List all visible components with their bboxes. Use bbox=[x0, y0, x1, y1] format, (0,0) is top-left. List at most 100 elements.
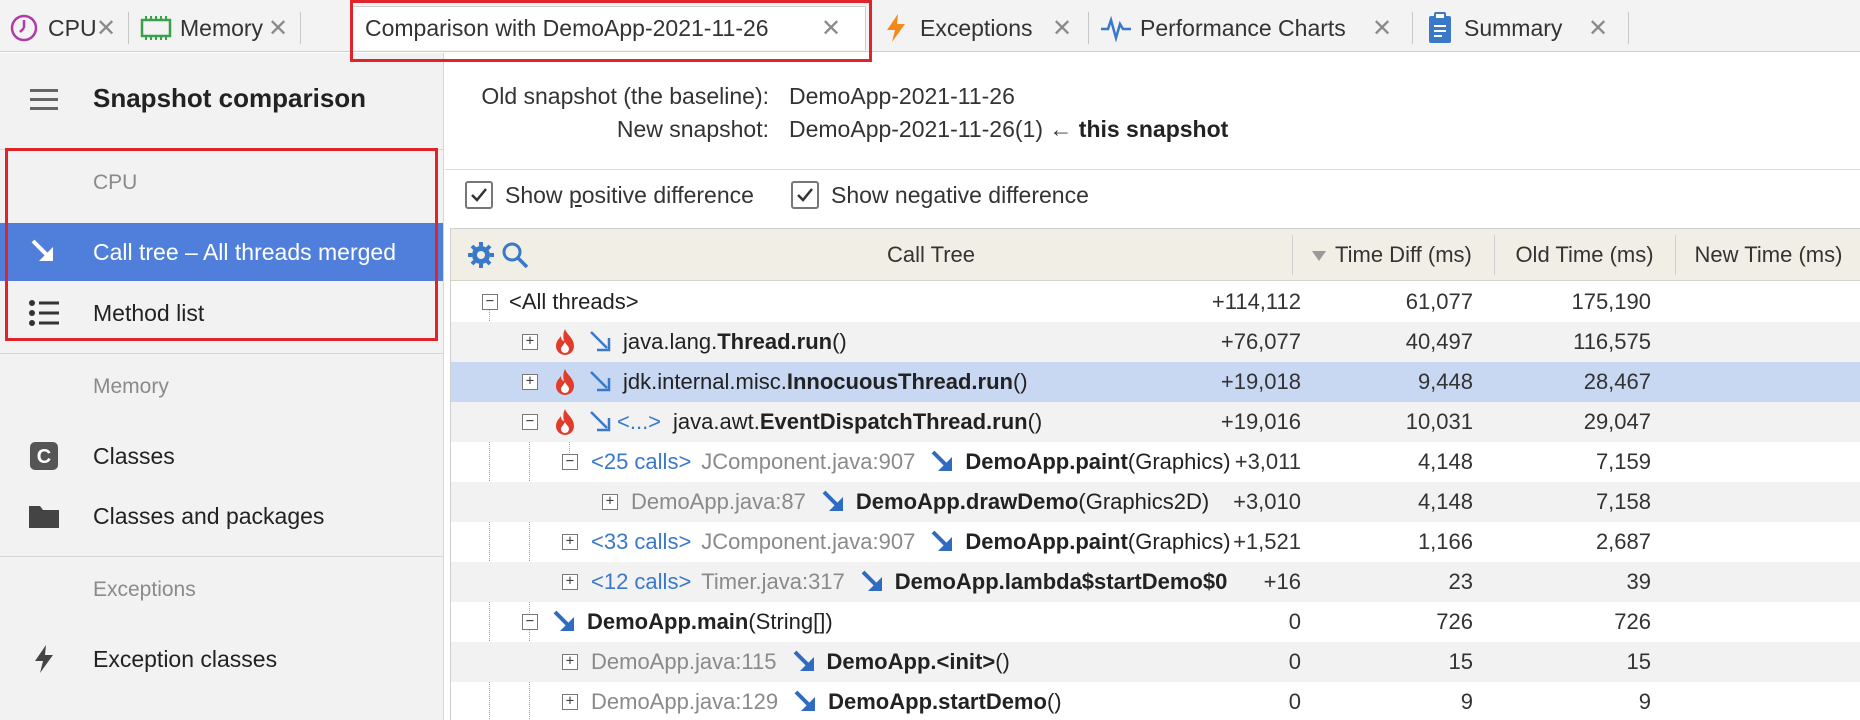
old-snapshot-label: Old snapshot (the baseline): bbox=[481, 83, 769, 109]
tab-label: Exceptions bbox=[920, 14, 1033, 41]
close-icon[interactable]: ✕ bbox=[1372, 14, 1392, 43]
table-row[interactable]: − <25 calls> JComponent.java:907 DemoApp… bbox=[451, 442, 1860, 482]
call-arrow-icon bbox=[551, 608, 579, 636]
source-location: DemoApp.java:87 bbox=[631, 489, 806, 514]
call-prefix-link[interactable]: <12 calls> bbox=[591, 569, 691, 595]
call-prefix-link[interactable]: <25 calls> bbox=[591, 449, 691, 475]
old-time-cell: 23 bbox=[1448, 569, 1473, 594]
gear-icon[interactable] bbox=[467, 241, 495, 275]
tab-memory[interactable]: Memory ✕ bbox=[140, 6, 288, 50]
old-snapshot-value: DemoApp-2021-11-26 bbox=[789, 83, 1015, 109]
class-name: InnocuousThread bbox=[786, 369, 972, 394]
table-row[interactable]: + <12 calls> Timer.java:317 DemoApp .lamb… bbox=[451, 562, 1860, 602]
old-time-cell: 9,448 bbox=[1417, 369, 1473, 394]
column-call-tree[interactable]: Call Tree bbox=[831, 229, 1031, 281]
this-snapshot-note: this snapshot bbox=[1078, 116, 1229, 142]
class-name: DemoApp bbox=[894, 569, 999, 594]
sidebar-item-classes[interactable]: C Classes bbox=[0, 427, 443, 485]
expand-icon[interactable]: + bbox=[602, 494, 618, 510]
new-time-cell: 39 bbox=[1626, 569, 1651, 594]
expand-icon[interactable]: + bbox=[522, 334, 538, 350]
source-location: Timer.java:317 bbox=[701, 569, 845, 594]
column-new-time[interactable]: New Time (ms) bbox=[1676, 229, 1860, 281]
call-arrow-icon bbox=[792, 688, 820, 716]
close-icon[interactable]: ✕ bbox=[96, 14, 116, 43]
flame-hot-icon bbox=[551, 328, 579, 356]
source-location: DemoApp.java:115 bbox=[591, 649, 777, 674]
collapse-icon[interactable]: − bbox=[522, 614, 538, 630]
method-args: () bbox=[1027, 409, 1043, 434]
call-prefix-link[interactable]: <33 calls> bbox=[591, 529, 691, 555]
expand-icon[interactable]: + bbox=[562, 694, 578, 710]
section-exceptions: Exceptions bbox=[93, 578, 196, 601]
method-args: () bbox=[1012, 369, 1028, 394]
flame-hot-icon bbox=[551, 368, 579, 396]
hamburger-menu-icon[interactable] bbox=[30, 89, 58, 111]
new-time-cell: 9 bbox=[1638, 689, 1651, 714]
class-name: EventDispatchThread bbox=[759, 409, 987, 434]
collapse-icon[interactable]: − bbox=[562, 454, 578, 470]
class-name: DemoApp bbox=[828, 689, 933, 714]
tab-summary[interactable]: Summary ✕ bbox=[1424, 6, 1608, 50]
sidebar-item-label: Classes bbox=[93, 442, 175, 469]
close-icon[interactable]: ✕ bbox=[1052, 14, 1072, 43]
lightning-icon bbox=[26, 641, 62, 677]
collapse-icon[interactable]: − bbox=[482, 294, 498, 310]
table-row[interactable]: + java.lang. Thread .run() +76,077 40,497 … bbox=[451, 322, 1860, 362]
method-name: .run bbox=[790, 329, 833, 354]
new-time-cell: 116,575 bbox=[1573, 329, 1651, 354]
expand-icon[interactable]: + bbox=[562, 654, 578, 670]
class-name: DemoApp bbox=[965, 449, 1070, 474]
tree-node: <12 calls> Timer.java:317 DemoApp .lambda… bbox=[591, 562, 1227, 602]
new-time-cell: 15 bbox=[1626, 649, 1651, 674]
method-args: () bbox=[832, 329, 847, 354]
time-diff-cell: +16 bbox=[1263, 569, 1301, 594]
sidebar-item-classes-and-packages[interactable]: Classes and packages bbox=[0, 487, 443, 545]
expand-icon[interactable]: + bbox=[562, 574, 578, 590]
method-name: .startDemo bbox=[932, 689, 1047, 714]
table-row[interactable]: − DemoApp .main (String[]) 0 726 726 bbox=[451, 602, 1860, 642]
call-prefix-link[interactable]: <...> bbox=[617, 409, 661, 435]
source-location: DemoApp.java:129 bbox=[591, 689, 779, 714]
column-time-diff[interactable]: Time Diff (ms) bbox=[1301, 229, 1503, 281]
collapse-icon[interactable]: − bbox=[522, 414, 538, 430]
search-icon[interactable] bbox=[501, 241, 529, 275]
call-tree-table: Call Tree Time Diff (ms) Old Time (ms) N… bbox=[450, 228, 1860, 720]
old-time-cell: 726 bbox=[1436, 609, 1473, 634]
call-arrow-icon bbox=[929, 528, 957, 556]
tab-performance-charts[interactable]: Performance Charts ✕ bbox=[1100, 6, 1392, 50]
folder-icon bbox=[26, 498, 62, 534]
table-row[interactable]: + DemoApp.java:129 DemoApp .startDemo() 0… bbox=[451, 682, 1860, 720]
show-positive-difference-checkbox[interactable]: Show positive difference bbox=[465, 181, 754, 209]
table-header: Call Tree Time Diff (ms) Old Time (ms) N… bbox=[451, 229, 1860, 281]
class-name: DemoApp bbox=[587, 609, 691, 634]
new-snapshot-value: DemoApp-2021-11-26(1) bbox=[789, 116, 1043, 142]
call-arrow-icon bbox=[791, 648, 819, 676]
method-name: .<init> bbox=[930, 649, 996, 674]
tree-node: jdk.internal.misc. InnocuousThread .run() bbox=[551, 362, 1028, 402]
column-old-time[interactable]: Old Time (ms) bbox=[1495, 229, 1674, 281]
method-name: .run bbox=[986, 409, 1028, 434]
close-icon[interactable]: ✕ bbox=[1588, 14, 1608, 43]
method-args: (String[]) bbox=[748, 609, 833, 634]
old-time-cell: 15 bbox=[1448, 649, 1473, 674]
tree-node: java.lang. Thread .run() bbox=[551, 322, 847, 362]
table-row[interactable]: + DemoApp.java:87 DemoApp .drawDemo (Graph… bbox=[451, 482, 1860, 522]
expand-icon[interactable]: + bbox=[522, 374, 538, 390]
close-icon[interactable]: ✕ bbox=[268, 14, 288, 43]
table-row-selected[interactable]: + jdk.internal.misc. InnocuousThread .run(… bbox=[451, 362, 1860, 402]
table-row[interactable]: + <33 calls> JComponent.java:907 DemoApp… bbox=[451, 522, 1860, 562]
new-time-cell: 726 bbox=[1614, 609, 1651, 634]
table-row[interactable]: + DemoApp.java:115 DemoApp .<init>() 0 15… bbox=[451, 642, 1860, 682]
table-row[interactable]: − <All threads> +114,112 61,077 175,190 bbox=[451, 282, 1860, 322]
tab-exceptions[interactable]: Exceptions ✕ bbox=[880, 6, 1072, 50]
expand-icon[interactable]: + bbox=[562, 534, 578, 550]
method-name: .paint bbox=[1069, 529, 1128, 554]
show-negative-difference-checkbox[interactable]: Show negative difference bbox=[791, 181, 1089, 209]
table-row[interactable]: − <...> java.awt. EventDispatchThread .run… bbox=[451, 402, 1860, 442]
sidebar-item-exception-classes[interactable]: Exception classes bbox=[0, 630, 443, 688]
column-label: Time Diff (ms) bbox=[1335, 242, 1472, 267]
tree-node: <25 calls> JComponent.java:907 DemoApp .p… bbox=[591, 442, 1231, 482]
tab-cpu[interactable]: CPU ✕ bbox=[8, 6, 116, 50]
class-name: Thread bbox=[717, 329, 791, 354]
